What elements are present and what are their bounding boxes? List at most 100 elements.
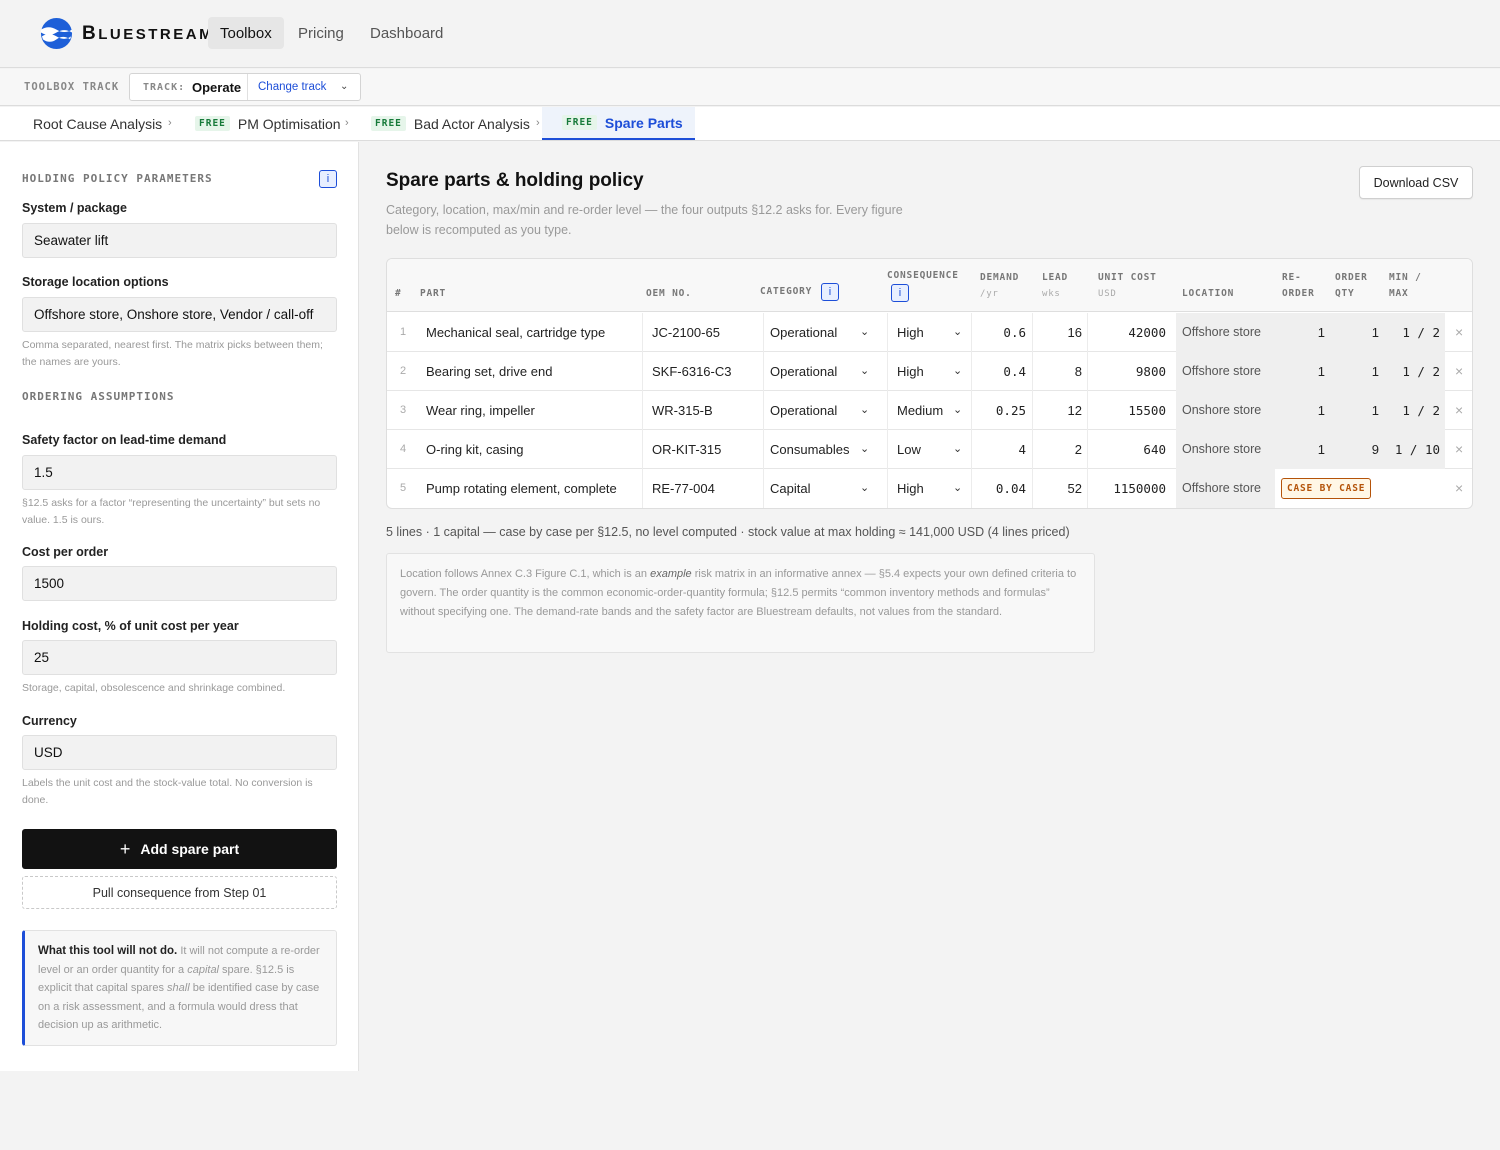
- info-icon[interactable]: i: [319, 170, 337, 188]
- holding-policy-heading: HOLDING POLICY PARAMETERS: [22, 172, 213, 185]
- category-select[interactable]: Operational: [770, 313, 837, 352]
- capital-spares-note: What this tool will not do. It will not …: [22, 930, 337, 1046]
- step-pm-optimisation[interactable]: FREE PM Optimisation: [195, 107, 341, 140]
- download-csv-button[interactable]: Download CSV: [1359, 166, 1473, 199]
- consequence-select[interactable]: High: [897, 313, 924, 352]
- unit-cost-input[interactable]: 42000: [1087, 313, 1166, 352]
- safety-factor-label: Safety factor on lead-time demand: [22, 433, 227, 447]
- col-lead: LEAD wks: [1042, 272, 1069, 299]
- col-index: #: [395, 288, 402, 299]
- col-min-max: MIN / MAX: [1389, 272, 1422, 299]
- cost-per-order-input[interactable]: 1500: [22, 566, 337, 601]
- consequence-select[interactable]: High: [897, 469, 924, 508]
- row-index: 3: [400, 404, 407, 416]
- note-title: What this tool will not do.: [38, 945, 178, 957]
- step-root-cause-analysis[interactable]: Root Cause Analysis: [33, 107, 162, 140]
- step-breadcrumb: Root Cause Analysis › FREE PM Optimisati…: [0, 107, 1500, 141]
- col-oem: OEM NO.: [646, 288, 692, 299]
- part-name-input[interactable]: O-ring kit, casing: [426, 430, 524, 469]
- lead-input[interactable]: 16: [1032, 313, 1082, 352]
- unit-cost-input[interactable]: 9800: [1087, 352, 1166, 391]
- close-icon[interactable]: ×: [1455, 352, 1463, 391]
- col-reorder: RE- ORDER: [1282, 272, 1315, 299]
- order-qty-value: 1: [1371, 325, 1379, 340]
- page-title: Spare parts & holding policy: [386, 170, 644, 191]
- lead-input[interactable]: 8: [1032, 352, 1082, 391]
- oem-input[interactable]: OR-KIT-315: [652, 430, 721, 469]
- min-max-value: 1 / 2: [1402, 364, 1440, 379]
- oem-input[interactable]: SKF-6316-C3: [652, 352, 731, 391]
- part-name-input[interactable]: Pump rotating element, complete: [426, 469, 617, 508]
- table-header: # PART OEM NO. CATEGORY i CONSEQUENCE i …: [387, 259, 1472, 312]
- pull-consequence-button[interactable]: Pull consequence from Step 01: [22, 876, 337, 909]
- consequence-select[interactable]: Medium: [897, 391, 943, 430]
- brand-name: Bluestream: [82, 22, 215, 44]
- chevron-down-icon: ⌄: [953, 365, 963, 377]
- currency-label: Currency: [22, 714, 77, 728]
- demand-input[interactable]: 0.4: [971, 352, 1026, 391]
- storage-help: Comma separated, nearest first. The matr…: [22, 339, 323, 368]
- nav-pricing[interactable]: Pricing: [286, 17, 356, 49]
- currency-input[interactable]: USD: [22, 735, 337, 770]
- part-name-input[interactable]: Bearing set, drive end: [426, 352, 552, 391]
- table-row: 5 Pump rotating element, complete RE-77-…: [387, 469, 1472, 508]
- close-icon[interactable]: ×: [1455, 469, 1463, 508]
- part-name-input[interactable]: Wear ring, impeller: [426, 391, 535, 430]
- chevron-right-icon: ›: [345, 117, 349, 129]
- col-order-qty: ORDER QTY: [1335, 272, 1368, 299]
- system-label: System / package: [22, 201, 127, 215]
- track-selector[interactable]: TRACK: Operate Change track ⌄: [129, 73, 361, 101]
- safety-factor-help: §12.5 asks for a factor “representing th…: [22, 497, 321, 526]
- unit-cost-input[interactable]: 1150000: [1087, 469, 1166, 508]
- lead-input[interactable]: 12: [1032, 391, 1082, 430]
- change-track-link[interactable]: Change track: [258, 81, 326, 93]
- info-icon[interactable]: i: [821, 283, 839, 301]
- consequence-select[interactable]: High: [897, 352, 924, 391]
- info-icon[interactable]: i: [891, 284, 909, 302]
- oem-input[interactable]: WR-315-B: [652, 391, 713, 430]
- unit-cost-input[interactable]: 15500: [1087, 391, 1166, 430]
- oem-input[interactable]: JC-2100-65: [652, 313, 720, 352]
- order-qty-value: 1: [1371, 364, 1379, 379]
- step-bad-actor-analysis[interactable]: FREE Bad Actor Analysis: [371, 107, 530, 140]
- reorder-value: 1: [1317, 364, 1325, 379]
- close-icon[interactable]: ×: [1455, 430, 1463, 469]
- table-row: 2 Bearing set, drive end SKF-6316-C3 Ope…: [387, 352, 1472, 391]
- category-select[interactable]: Operational: [770, 391, 837, 430]
- storage-label: Storage location options: [22, 275, 169, 289]
- location-value: Onshore store: [1182, 403, 1262, 417]
- brand-logo[interactable]: Bluestream: [40, 17, 214, 50]
- oem-input[interactable]: RE-77-004: [652, 469, 715, 508]
- location-value: Onshore store: [1182, 442, 1262, 456]
- storage-locations-input[interactable]: Offshore store, Onshore store, Vendor / …: [22, 297, 337, 332]
- category-select[interactable]: Operational: [770, 352, 837, 391]
- add-spare-part-button[interactable]: + Add spare part: [22, 829, 337, 869]
- demand-input[interactable]: 0.25: [971, 391, 1026, 430]
- unit-cost-input[interactable]: 640: [1087, 430, 1166, 469]
- chevron-down-icon: ⌄: [340, 81, 349, 92]
- close-icon[interactable]: ×: [1455, 313, 1463, 352]
- demand-input[interactable]: 4: [971, 430, 1026, 469]
- nav-dashboard[interactable]: Dashboard: [358, 17, 455, 49]
- col-category: CATEGORY: [760, 286, 813, 297]
- order-qty-value: 9: [1371, 442, 1379, 457]
- step-spare-parts[interactable]: FREE Spare Parts: [542, 107, 695, 140]
- lead-input[interactable]: 52: [1032, 469, 1082, 508]
- demand-input[interactable]: 0.04: [971, 469, 1026, 508]
- row-index: 1: [400, 326, 407, 338]
- demand-input[interactable]: 0.6: [971, 313, 1026, 352]
- category-select[interactable]: Consumables: [770, 430, 850, 469]
- category-select[interactable]: Capital: [770, 469, 810, 508]
- system-input[interactable]: Seawater lift: [22, 223, 337, 258]
- currency-help: Labels the unit cost and the stock-value…: [22, 777, 313, 806]
- close-icon[interactable]: ×: [1455, 391, 1463, 430]
- part-name-input[interactable]: Mechanical seal, cartridge type: [426, 313, 605, 352]
- min-max-value: 1 / 2: [1402, 325, 1440, 340]
- step-label: Bad Actor Analysis: [413, 115, 530, 132]
- safety-factor-input[interactable]: 1.5: [22, 455, 337, 490]
- chevron-down-icon: ⌄: [953, 326, 963, 338]
- consequence-select[interactable]: Low: [897, 430, 921, 469]
- holding-cost-input[interactable]: 25: [22, 640, 337, 675]
- nav-toolbox[interactable]: Toolbox: [208, 17, 284, 49]
- lead-input[interactable]: 2: [1032, 430, 1082, 469]
